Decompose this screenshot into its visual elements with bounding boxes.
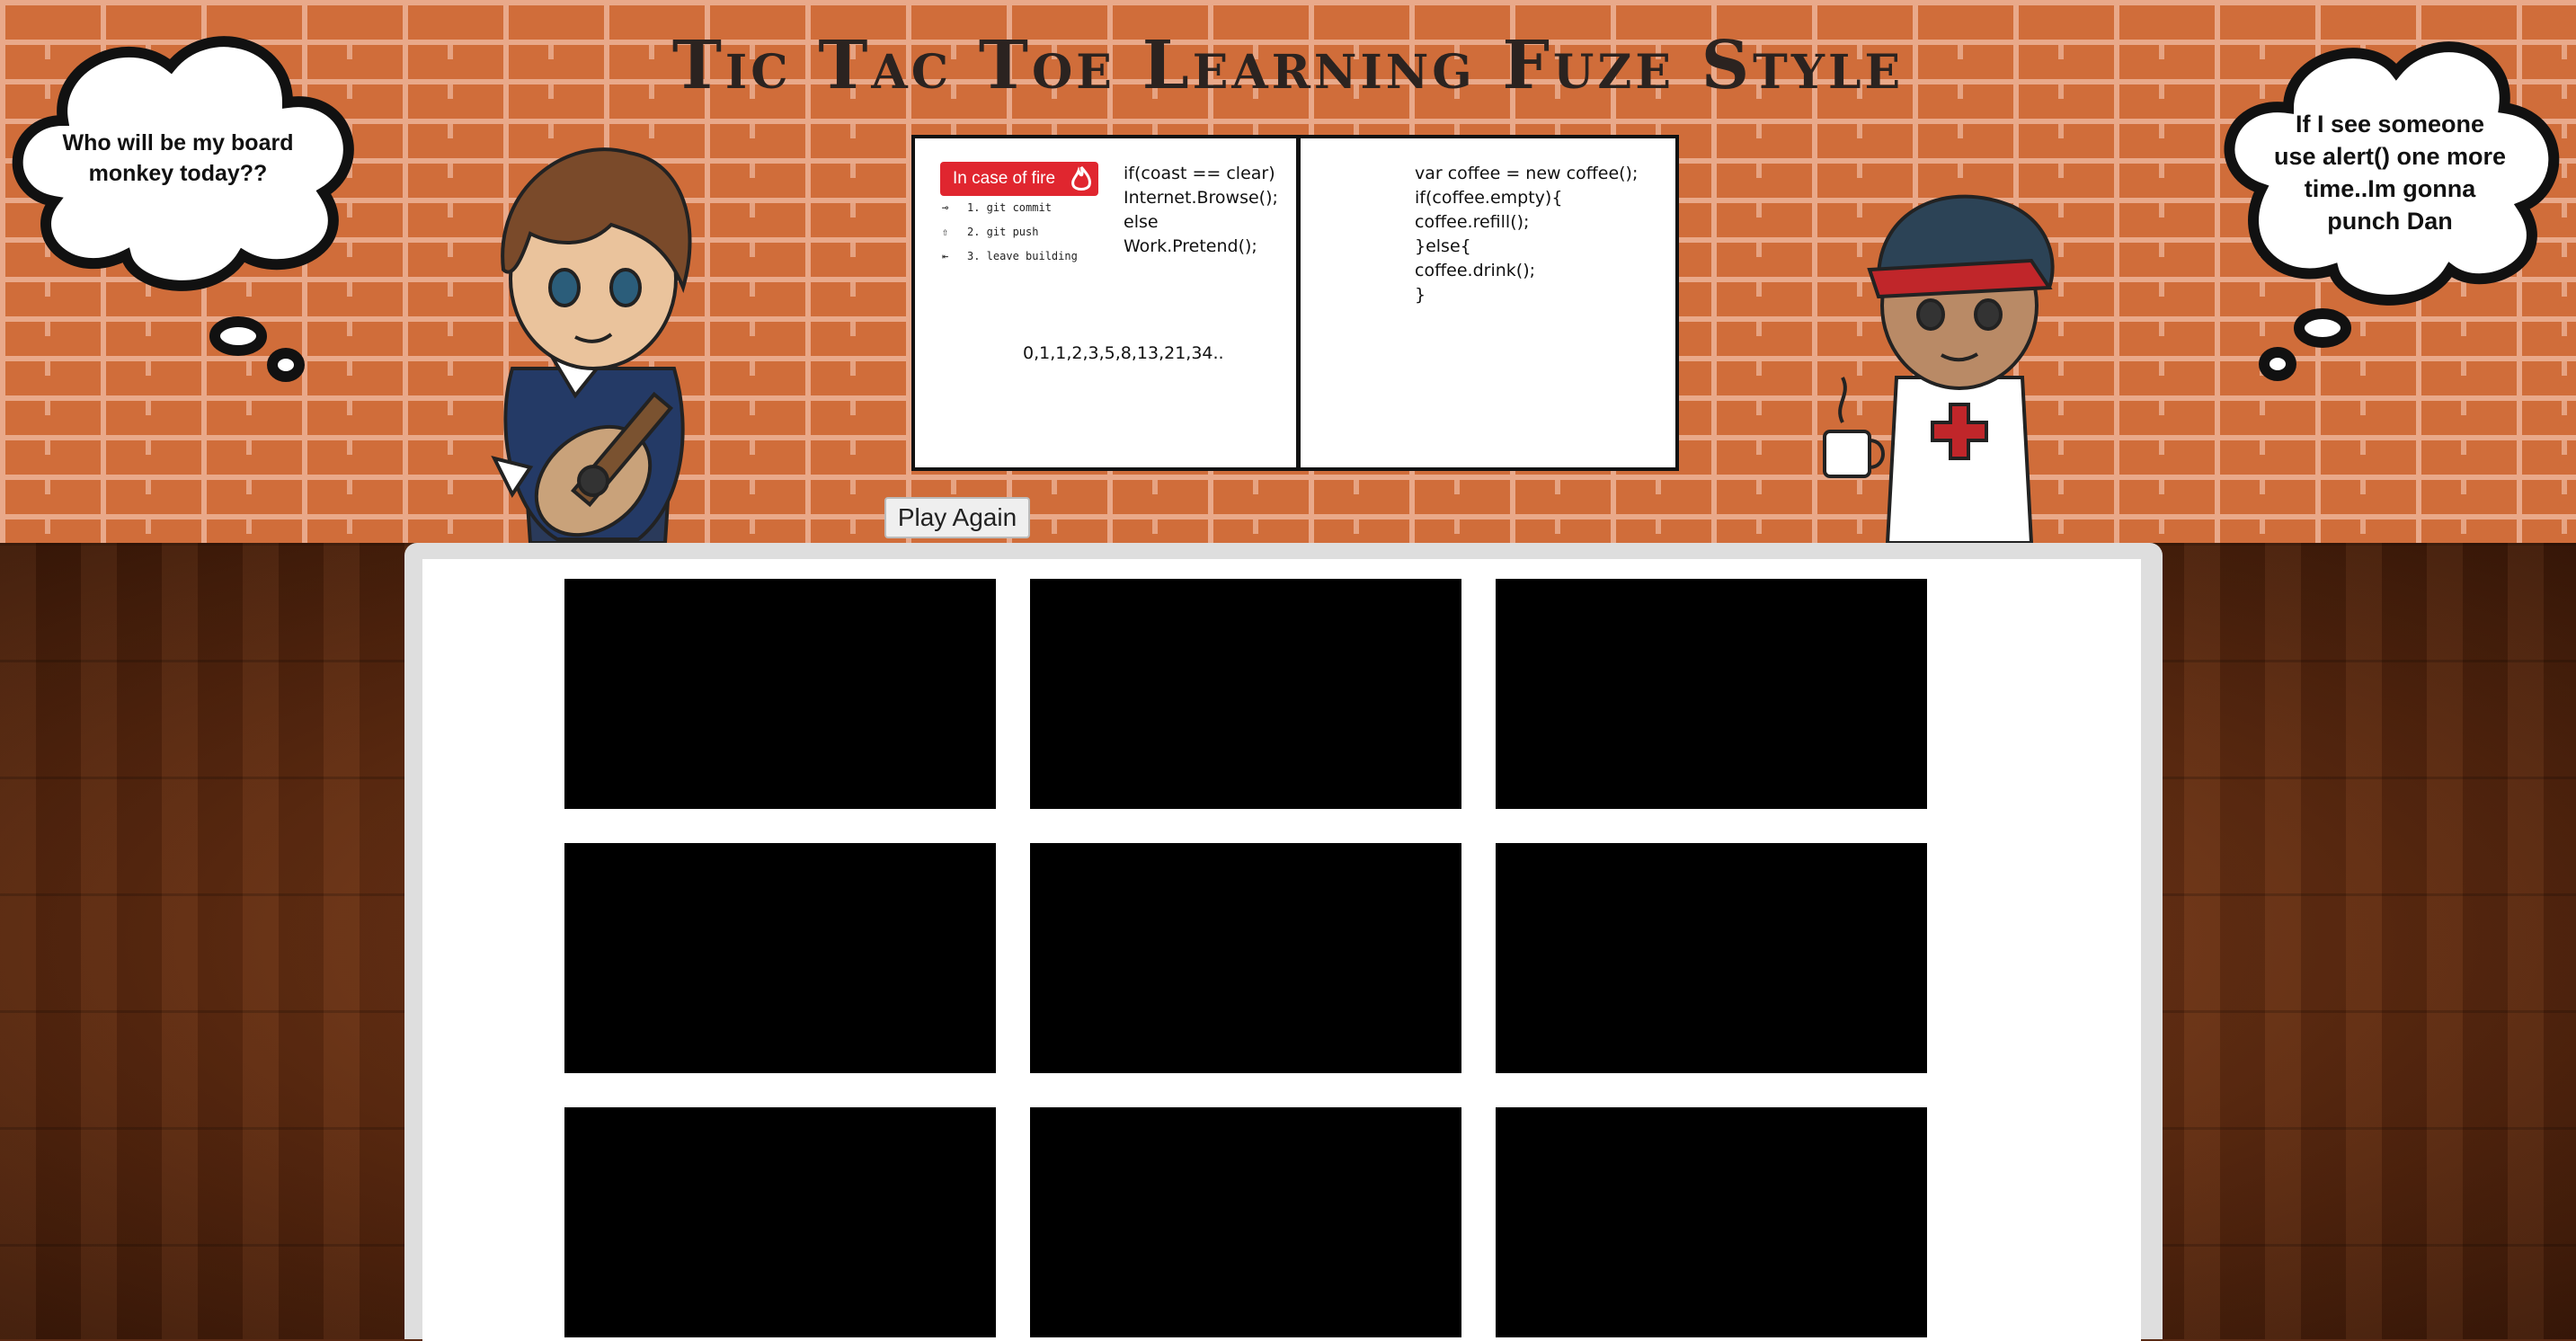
- fibonacci-sequence: 0,1,1,2,3,5,8,13,21,34..: [1023, 343, 1224, 363]
- game-board: [422, 559, 2141, 1341]
- board-cell-9[interactable]: [1496, 1107, 1927, 1337]
- fire-step: ⇤ 3. leave building: [942, 250, 1078, 262]
- left-bubble-text: Who will be my board monkey today??: [36, 128, 320, 189]
- code-line: coffee.drink();: [1415, 261, 1536, 280]
- fire-badge-label: In case of fire: [953, 169, 1056, 188]
- code-line: if(coast == clear): [1124, 164, 1275, 183]
- left-bubble-line: Who will be my board: [62, 130, 294, 155]
- board-cell-2[interactable]: [1030, 579, 1461, 809]
- right-bubble-line: If I see someone: [2295, 111, 2485, 138]
- right-bubble-line: punch Dan: [2327, 208, 2453, 235]
- code-line: Work.Pretend();: [1124, 236, 1257, 256]
- right-code-snippet: var coffee = new coffee(); if(coffee.empt…: [1415, 162, 1638, 307]
- code-line: }: [1415, 285, 1426, 305]
- left-code-snippet: if(coast == clear) Internet.Browse(); else…: [1124, 162, 1278, 259]
- board-cell-8[interactable]: [1030, 1107, 1461, 1337]
- in-case-of-fire-badge: In case of fire: [940, 162, 1098, 196]
- fire-step: ⇧ 2. git push: [942, 226, 1038, 238]
- fire-step-text: 1. git commit: [967, 201, 1052, 214]
- board-cell-3[interactable]: [1496, 579, 1927, 809]
- whiteboard-divider: [1296, 138, 1301, 467]
- board-cell-6[interactable]: [1496, 843, 1927, 1073]
- code-line: }else{: [1415, 236, 1471, 256]
- page-title: Tic Tac Toe Learning Fuze Style: [671, 27, 1905, 104]
- code-whiteboards: In case of fire ⊸ 1. git commit ⇧ 2. git p…: [911, 135, 1679, 471]
- guitar-character-illustration: [491, 147, 692, 543]
- left-bubble-line: monkey today??: [88, 161, 268, 186]
- right-bubble-line: use alert() one more: [2273, 143, 2507, 170]
- right-bubble-text: If I see someone use alert() one more ti…: [2252, 108, 2527, 237]
- git-push-icon: ⇧: [942, 226, 949, 238]
- fire-step-text: 2. git push: [967, 226, 1039, 238]
- left-thought-cloud: [12, 36, 354, 382]
- code-line: coffee.refill();: [1415, 212, 1530, 232]
- fire-step: ⊸ 1. git commit: [942, 201, 1052, 214]
- board-cell-4[interactable]: [564, 843, 996, 1073]
- code-line: Internet.Browse();: [1124, 188, 1278, 208]
- flame-icon: [1071, 166, 1091, 191]
- board-cell-7[interactable]: [564, 1107, 996, 1337]
- coffee-character-illustration: [1823, 194, 2055, 543]
- right-bubble-line: time..Im gonna: [2304, 175, 2476, 202]
- fire-step-text: 3. leave building: [967, 250, 1078, 262]
- code-line: if(coffee.empty){: [1415, 188, 1563, 208]
- git-commit-icon: ⊸: [942, 201, 949, 214]
- code-line: else: [1124, 212, 1159, 232]
- board-cell-5[interactable]: [1030, 843, 1461, 1073]
- code-line: var coffee = new coffee();: [1415, 164, 1639, 183]
- game-board-panel: [404, 543, 2163, 1341]
- play-again-button[interactable]: Play Again: [884, 497, 1030, 538]
- leave-building-icon: ⇤: [942, 250, 949, 262]
- board-cell-1[interactable]: [564, 579, 996, 809]
